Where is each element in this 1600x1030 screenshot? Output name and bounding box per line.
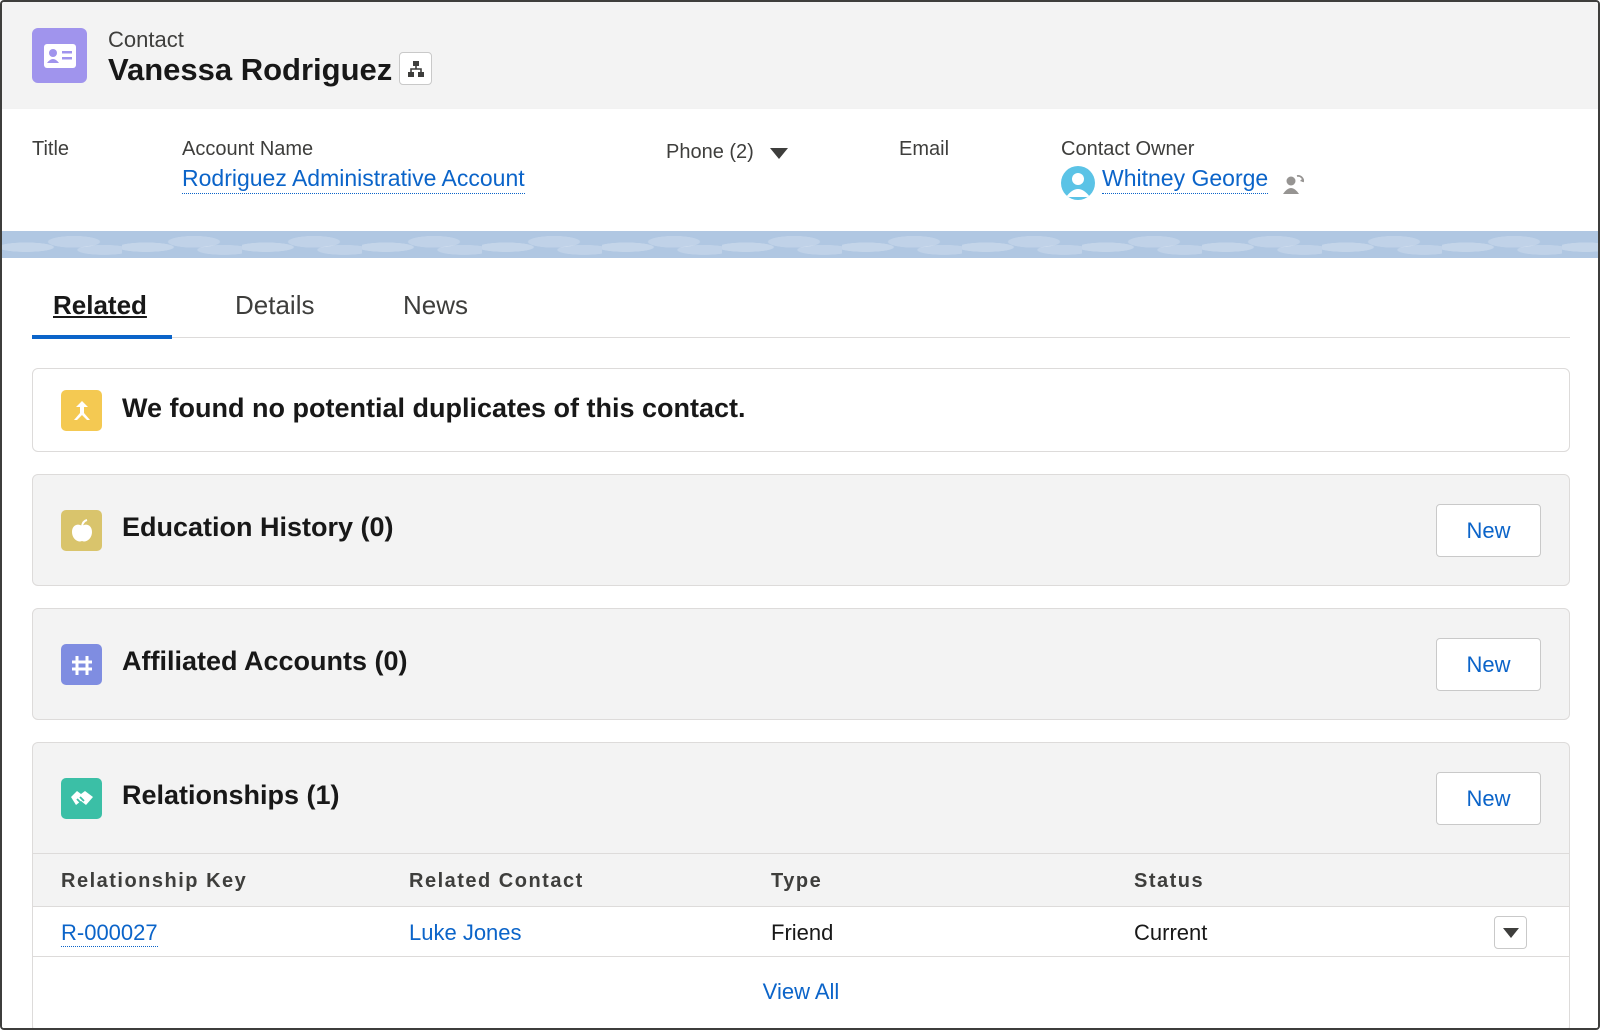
contact-card-icon bbox=[32, 28, 87, 83]
affiliation-icon bbox=[61, 644, 102, 685]
record-object-type: Contact bbox=[108, 27, 184, 52]
relationships-card: Relationships (1) New Relationship Key R… bbox=[32, 742, 1570, 1028]
view-all-link[interactable]: View All bbox=[33, 979, 1569, 1005]
tab-news[interactable]: News bbox=[403, 290, 468, 321]
relationships-title: Relationships (1) bbox=[122, 780, 340, 810]
title-label: Title bbox=[32, 138, 70, 160]
active-tab-indicator bbox=[32, 335, 172, 339]
handshake-icon bbox=[61, 778, 102, 819]
phone-label[interactable]: Phone (2) bbox=[666, 141, 754, 164]
contact-owner-link[interactable]: Whitney George bbox=[1102, 165, 1269, 194]
email-label: Email bbox=[899, 138, 950, 160]
duplicates-message: We found no potential duplicates of this… bbox=[122, 393, 746, 423]
chevron-down-icon bbox=[1502, 927, 1519, 938]
relationships-table: Relationship Key Related Contact Type St… bbox=[33, 853, 1569, 1028]
hierarchy-icon bbox=[407, 60, 424, 77]
record-header: Contact Vanessa Rodriguez bbox=[2, 2, 1598, 109]
related-contact-link[interactable]: Luke Jones bbox=[409, 920, 522, 946]
merge-icon bbox=[61, 390, 102, 431]
apple-icon bbox=[61, 510, 102, 551]
affiliated-accounts-title: Affiliated Accounts (0) bbox=[122, 646, 408, 676]
affiliated-accounts-card: Affiliated Accounts (0) New bbox=[32, 608, 1570, 720]
education-history-title: Education History (0) bbox=[122, 512, 394, 542]
view-hierarchy-button[interactable] bbox=[399, 52, 432, 85]
column-header-relationship-key[interactable]: Relationship Key bbox=[61, 870, 247, 893]
record-name: Vanessa Rodriguez bbox=[108, 52, 393, 87]
header-decorative-band bbox=[2, 231, 1598, 258]
relationships-new-button[interactable]: New bbox=[1436, 772, 1541, 825]
main-content: Related Details News We found no potenti… bbox=[2, 258, 1598, 1028]
column-header-related-contact[interactable]: Related Contact bbox=[409, 870, 584, 893]
relationship-status: Current bbox=[1134, 920, 1208, 945]
column-header-type[interactable]: Type bbox=[771, 870, 822, 893]
tab-related[interactable]: Related bbox=[53, 290, 147, 321]
contact-owner-label: Contact Owner bbox=[1061, 138, 1195, 160]
account-name-label: Account Name bbox=[182, 138, 314, 160]
view-all-row: View All bbox=[33, 957, 1569, 1028]
tab-details[interactable]: Details bbox=[235, 290, 314, 321]
education-history-card: Education History (0) New bbox=[32, 474, 1570, 586]
account-name-link[interactable]: Rodriguez Administrative Account bbox=[182, 165, 525, 194]
row-actions-button[interactable] bbox=[1494, 916, 1527, 949]
change-owner-icon[interactable] bbox=[1282, 172, 1306, 196]
owner-avatar-icon bbox=[1061, 166, 1095, 200]
relationship-type: Friend bbox=[771, 920, 834, 945]
affiliated-accounts-new-button[interactable]: New bbox=[1436, 638, 1541, 691]
table-header-row: Relationship Key Related Contact Type St… bbox=[33, 853, 1569, 907]
table-row: R-000027 Luke Jones Friend Current bbox=[33, 907, 1569, 957]
record-tabs: Related Details News bbox=[32, 276, 1570, 339]
column-header-status[interactable]: Status bbox=[1134, 870, 1204, 893]
duplicate-check-card: We found no potential duplicates of this… bbox=[32, 368, 1570, 452]
relationship-key-link[interactable]: R-000027 bbox=[61, 920, 158, 947]
phone-dropdown-icon[interactable] bbox=[770, 148, 788, 159]
education-history-new-button[interactable]: New bbox=[1436, 504, 1541, 557]
contact-record-page: Contact Vanessa Rodriguez Title Account … bbox=[0, 0, 1600, 1030]
